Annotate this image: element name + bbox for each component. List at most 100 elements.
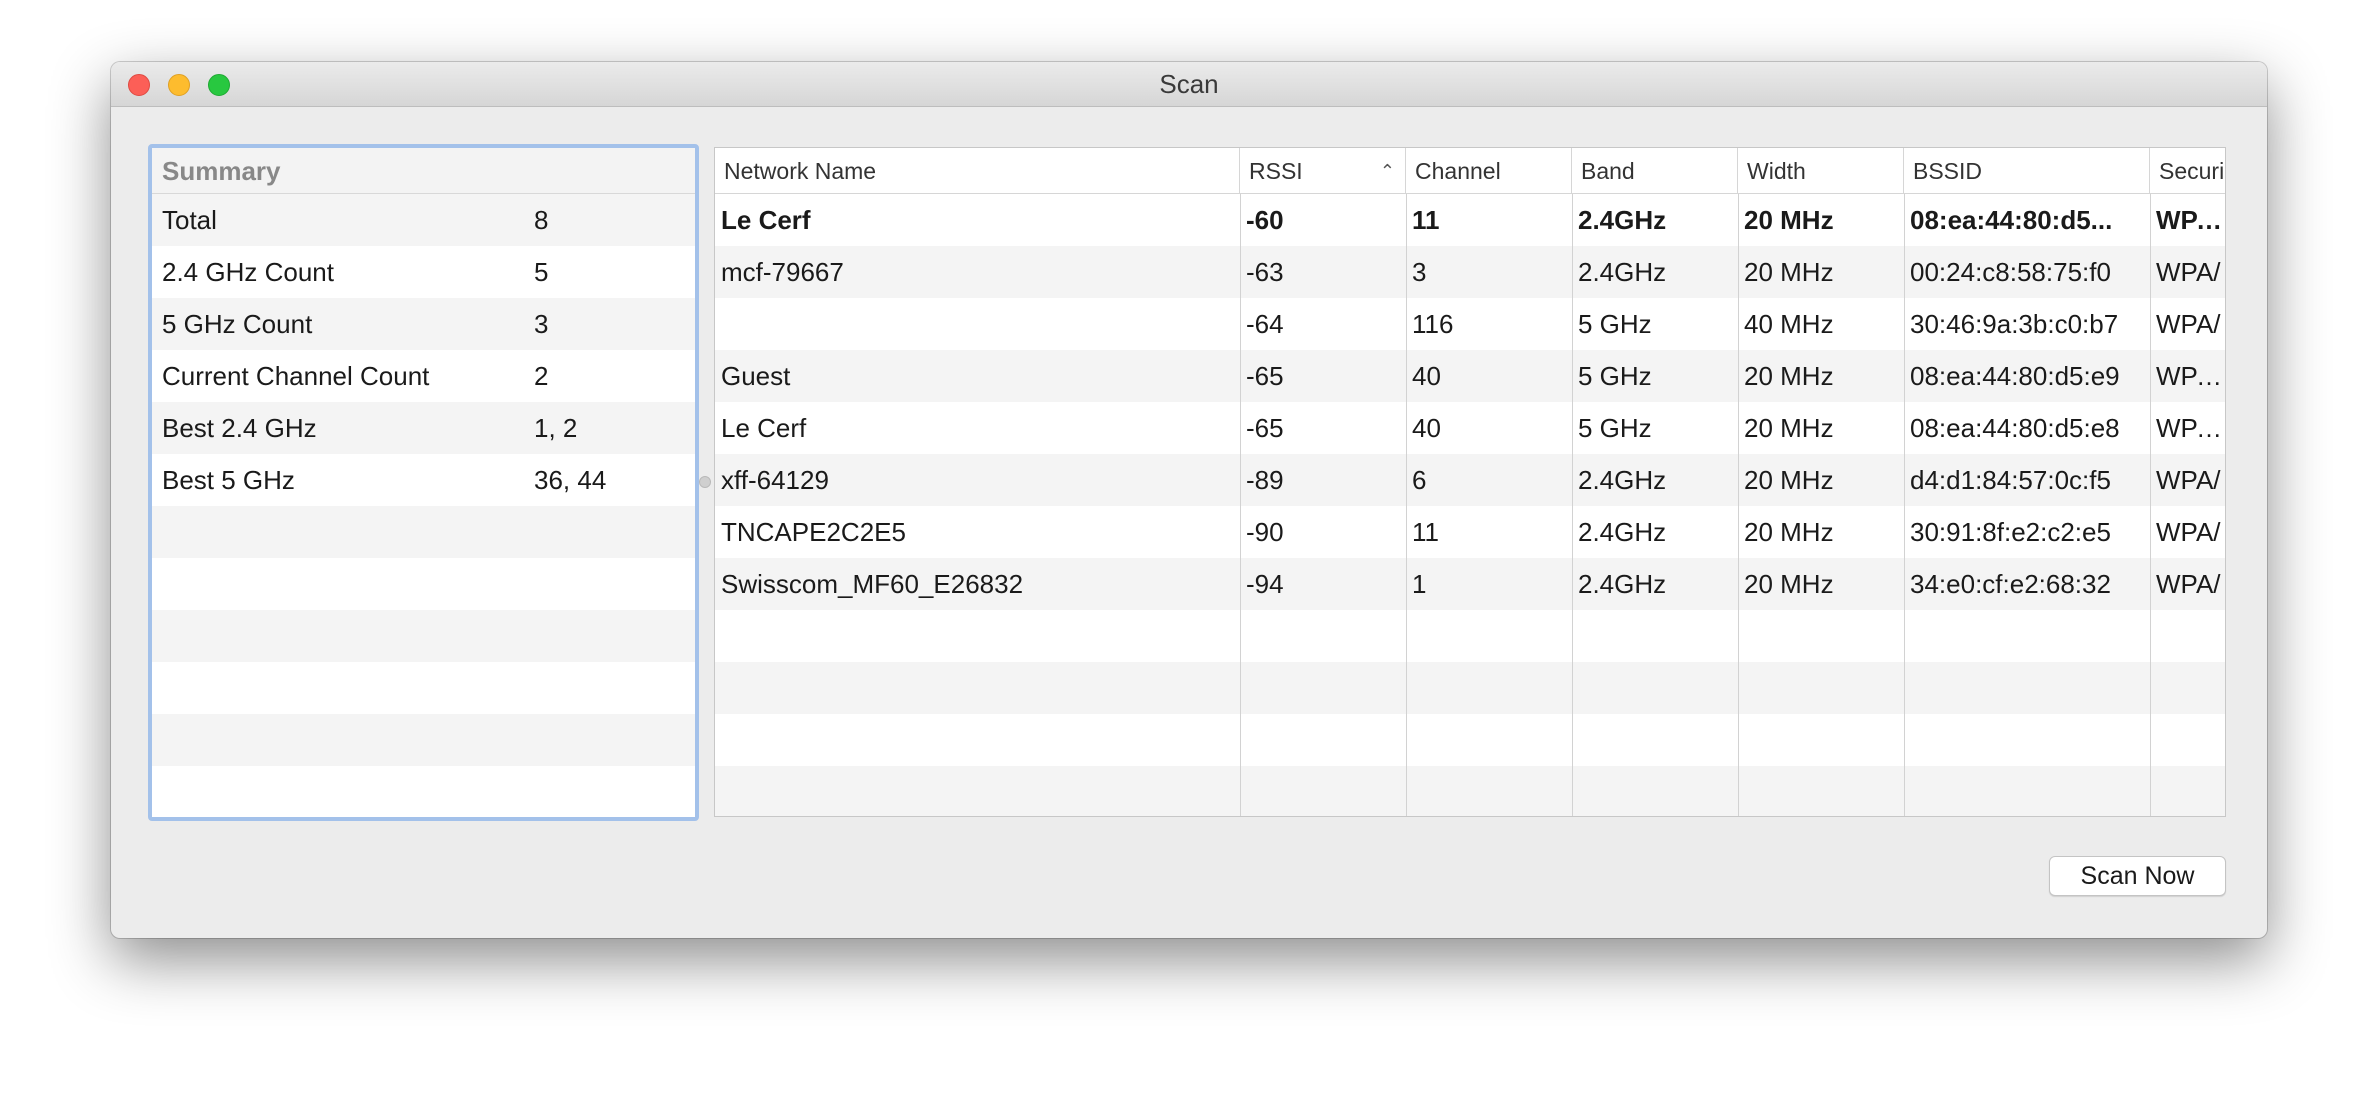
rssi-cell: -94 — [1246, 569, 1284, 599]
table-row[interactable] — [715, 662, 2225, 714]
channel-cell: 11 — [1412, 205, 1440, 235]
table-row[interactable]: Swisscom_MF60_E26832 -94 1 2.4GHz 20 MHz 34:e… — [715, 558, 2225, 610]
rssi-cell: -63 — [1246, 257, 1284, 287]
summary-row[interactable] — [152, 766, 695, 817]
network-name-cell — [715, 298, 1240, 350]
summary-row[interactable]: Best 2.4 GHz 1, 2 — [152, 402, 695, 454]
summary-panel[interactable]: Summary Total 8 2.4 GHz Count 5 5 GHz Count 3… — [148, 144, 699, 821]
summary-row[interactable] — [152, 506, 695, 558]
bssid-cell: 34:e0:cf:e2:68:32 — [1910, 569, 2111, 599]
summary-row-value: 2 — [534, 361, 549, 391]
security-cell: WPA/ — [2156, 569, 2221, 599]
summary-row[interactable] — [152, 714, 695, 766]
width-cell: 20 MHz — [1744, 465, 1834, 495]
column-header-rssi[interactable]: RSSI ⌃ — [1240, 148, 1406, 193]
table-row[interactable]: mcf-79667 -63 3 2.4GHz 20 MHz 00:24:c8:58:75:… — [715, 246, 2225, 298]
security-cell: WPA2 — [2156, 361, 2226, 391]
column-header-band[interactable]: Band — [1572, 148, 1738, 193]
width-cell: 20 MHz — [1744, 569, 1834, 599]
table-row[interactable] — [715, 766, 2225, 816]
column-header-security[interactable]: Securi — [2150, 148, 2225, 193]
band-cell: 2.4GHz — [1578, 257, 1667, 287]
rssi-cell: -65 — [1246, 413, 1284, 443]
band-cell: 5 GHz — [1578, 413, 1652, 443]
summary-row[interactable]: 2.4 GHz Count 5 — [152, 246, 695, 298]
summary-header[interactable]: Summary — [152, 148, 695, 194]
band-cell: 2.4GHz — [1578, 465, 1667, 495]
channel-cell: 40 — [1412, 413, 1441, 443]
band-cell: 5 GHz — [1578, 361, 1652, 391]
summary-row-value: 8 — [534, 205, 549, 235]
security-cell: WPA2 — [2156, 205, 2226, 235]
summary-row-label: Best 5 GHz — [162, 465, 295, 495]
column-header-width[interactable]: Width — [1738, 148, 1904, 193]
width-cell: 40 MHz — [1744, 309, 1834, 339]
channel-cell: 116 — [1412, 309, 1454, 339]
width-cell: 20 MHz — [1744, 517, 1834, 547]
summary-row[interactable]: Current Channel Count 2 — [152, 350, 695, 402]
table-row[interactable] — [715, 610, 2225, 662]
summary-row[interactable]: Best 5 GHz 36, 44 — [152, 454, 695, 506]
scan-now-button[interactable]: Scan Now — [2049, 856, 2226, 896]
channel-cell: 3 — [1412, 257, 1427, 287]
summary-row[interactable] — [152, 610, 695, 662]
summary-row-value: 5 — [534, 257, 549, 287]
table-header: Network Name RSSI ⌃ Channel Band Width BS… — [715, 148, 2225, 194]
summary-row[interactable] — [152, 662, 695, 714]
rssi-cell: -60 — [1246, 205, 1284, 235]
table-row[interactable]: Guest -65 40 5 GHz 20 MHz 08:ea:44:80:d5:e9 WP… — [715, 350, 2225, 402]
column-header-rssi-label: RSSI — [1249, 158, 1303, 184]
bssid-cell: 08:ea:44:80:d5:e9 — [1910, 361, 2120, 391]
table-row[interactable]: xff-64129 -89 6 2.4GHz 20 MHz d4:d1:84:57:0c:… — [715, 454, 2225, 506]
band-cell: 5 GHz — [1578, 309, 1652, 339]
width-cell: 20 MHz — [1744, 413, 1834, 443]
summary-row-value: 1, 2 — [534, 413, 578, 443]
network-name-cell: TNCAPE2C2E5 — [721, 517, 906, 547]
column-header-channel[interactable]: Channel — [1406, 148, 1572, 193]
width-cell: 20 MHz — [1744, 205, 1834, 235]
band-cell: 2.4GHz — [1578, 569, 1667, 599]
summary-row[interactable]: 5 GHz Count 3 — [152, 298, 695, 350]
title-bar[interactable]: Scan — [111, 62, 2267, 107]
table-row[interactable]: -64 116 5 GHz 40 MHz 30:46:9a:3b:c0:b7 WPA/ — [715, 298, 2225, 350]
summary-row[interactable] — [152, 558, 695, 610]
table-row[interactable]: Le Cerf -60 11 2.4GHz 20 MHz 08:ea:44:80:d5..… — [715, 194, 2225, 246]
table-row[interactable]: Le Cerf -65 40 5 GHz 20 MHz 08:ea:44:80:d5:e8… — [715, 402, 2225, 454]
channel-cell: 6 — [1412, 465, 1427, 495]
network-name-cell: Le Cerf — [721, 205, 811, 235]
window-title: Scan — [1159, 69, 1219, 99]
network-name-cell: Guest — [721, 361, 791, 391]
summary-row-value: 3 — [534, 309, 549, 339]
security-cell: WPA/ — [2156, 517, 2221, 547]
bssid-cell: 30:46:9a:3b:c0:b7 — [1910, 309, 2119, 339]
summary-row-label: Best 2.4 GHz — [162, 413, 317, 443]
channel-cell: 1 — [1412, 569, 1427, 599]
width-cell: 20 MHz — [1744, 257, 1834, 287]
security-cell: WPA/ — [2156, 309, 2221, 339]
summary-row-value: 36, 44 — [534, 465, 607, 495]
rssi-cell: -90 — [1246, 517, 1284, 547]
summary-row-label: Total — [162, 205, 217, 235]
bssid-cell: 08:ea:44:80:d5:e8 — [1910, 413, 2120, 443]
networks-table[interactable]: Network Name RSSI ⌃ Channel Band Width BS… — [714, 147, 2226, 817]
scan-window: Scan Summary Total 8 2.4 GHz Count 5 5 GHz C… — [111, 62, 2267, 938]
column-header-network-name[interactable]: Network Name — [715, 148, 1240, 193]
rssi-cell: -65 — [1246, 361, 1284, 391]
table-row[interactable]: TNCAPE2C2E5 -90 11 2.4GHz 20 MHz 30:91:8f:e2:… — [715, 506, 2225, 558]
channel-cell: 40 — [1412, 361, 1441, 391]
band-cell: 2.4GHz — [1578, 517, 1667, 547]
rssi-cell: -64 — [1246, 309, 1284, 339]
band-cell: 2.4GHz — [1578, 205, 1667, 235]
network-name-cell: Swisscom_MF60_E26832 — [721, 569, 1024, 599]
summary-row-label: 5 GHz Count — [162, 309, 313, 339]
summary-row[interactable]: Total 8 — [152, 194, 695, 246]
width-cell: 20 MHz — [1744, 361, 1834, 391]
bssid-cell: d4:d1:84:57:0c:f5 — [1910, 465, 2111, 495]
network-name-cell: xff-64129 — [721, 465, 829, 495]
table-row[interactable] — [715, 714, 2225, 766]
security-cell: WPA/ — [2156, 257, 2221, 287]
table-body: Le Cerf -60 11 2.4GHz 20 MHz 08:ea:44:80:d5..… — [715, 194, 2225, 816]
column-header-bssid[interactable]: BSSID — [1904, 148, 2150, 193]
split-view-divider-handle[interactable] — [699, 476, 711, 488]
rssi-cell: -89 — [1246, 465, 1284, 495]
